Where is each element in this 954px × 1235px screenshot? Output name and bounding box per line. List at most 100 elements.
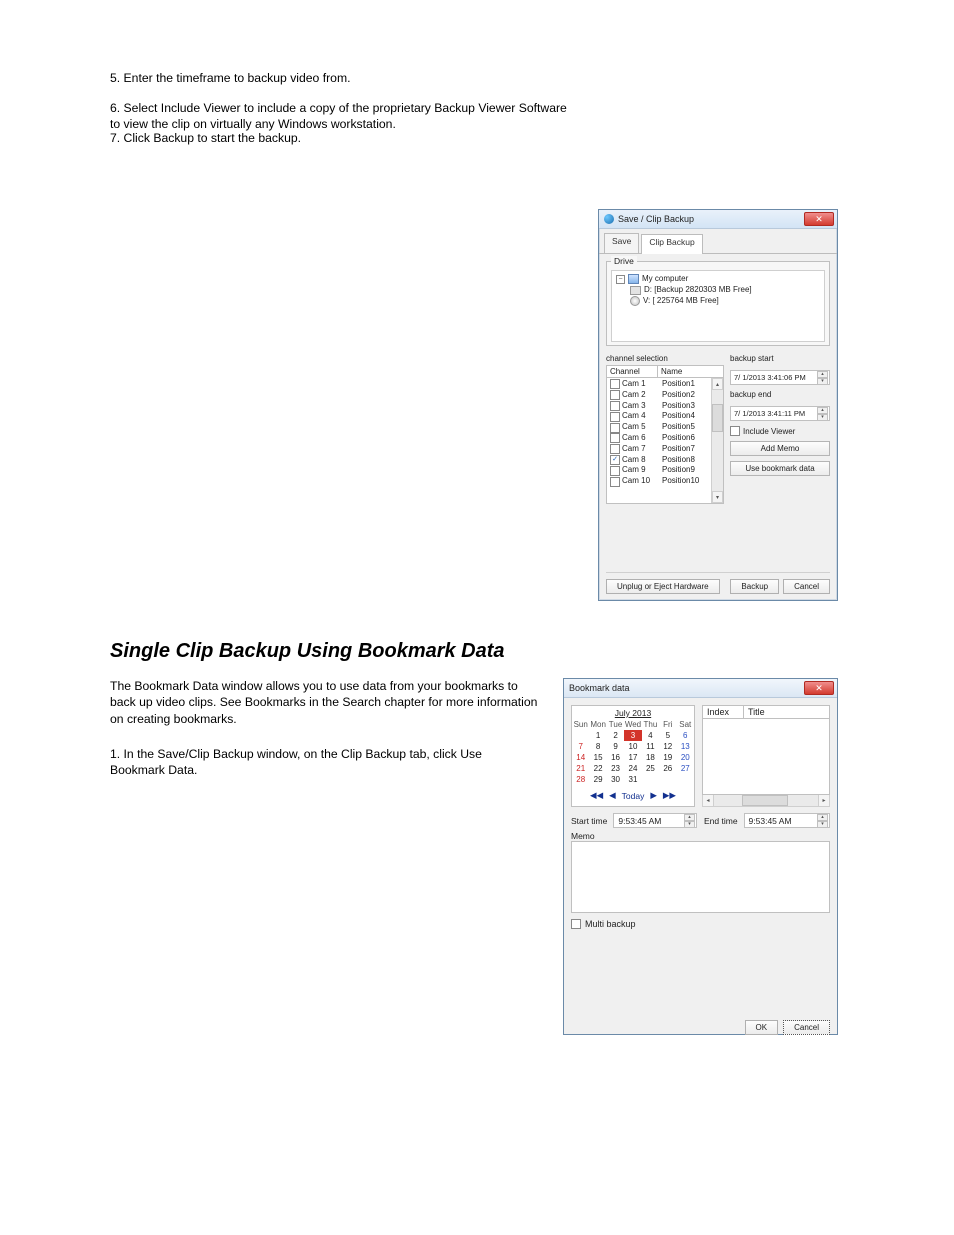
backup-end-field[interactable]: 7/ 1/2013 3:41:11 PM ▴▾: [730, 406, 830, 421]
calendar-today-button[interactable]: Today: [622, 791, 645, 801]
scroll-thumb[interactable]: [712, 404, 723, 432]
backup-start-field[interactable]: 7/ 1/2013 3:41:06 PM ▴▾: [730, 370, 830, 385]
start-time-field[interactable]: 9:53:45 AM ▴▾: [613, 813, 697, 828]
spinner-down-icon[interactable]: ▾: [817, 378, 828, 385]
calendar-day[interactable]: 16: [607, 752, 624, 763]
channel-row[interactable]: Cam 3Position3: [607, 401, 711, 412]
scroll-left-icon[interactable]: ◂: [703, 795, 714, 806]
name-col-header[interactable]: Name: [658, 366, 723, 377]
spinner-up-icon[interactable]: ▴: [817, 371, 828, 378]
calendar-day[interactable]: 5: [659, 730, 676, 741]
add-memo-button[interactable]: Add Memo: [730, 441, 830, 456]
calendar-day[interactable]: 29: [589, 774, 606, 785]
channel-checkbox[interactable]: [610, 433, 620, 443]
channel-row[interactable]: Cam 10Position10: [607, 476, 711, 487]
channel-checkbox[interactable]: [610, 444, 620, 454]
channel-checkbox[interactable]: [610, 412, 620, 422]
channel-row[interactable]: Cam 1Position1: [607, 379, 711, 390]
spinner-down-icon[interactable]: ▾: [817, 821, 828, 828]
calendar-day[interactable]: 26: [659, 763, 676, 774]
calendar-day[interactable]: 9: [607, 741, 624, 752]
calendar-day[interactable]: 30: [607, 774, 624, 785]
spinner-up-icon[interactable]: ▴: [684, 814, 695, 821]
calendar-day[interactable]: 22: [589, 763, 606, 774]
title-col-header[interactable]: Title: [744, 706, 829, 718]
calendar-day[interactable]: 23: [607, 763, 624, 774]
calendar-day[interactable]: 18: [642, 752, 659, 763]
memo-textarea[interactable]: [571, 841, 830, 913]
calendar-day[interactable]: 3: [624, 730, 641, 741]
channel-row[interactable]: Cam 4Position4: [607, 411, 711, 422]
tree-root[interactable]: − My computer: [616, 274, 820, 285]
calendar-day[interactable]: 10: [624, 741, 641, 752]
ok-button[interactable]: OK: [745, 1020, 779, 1035]
scroll-right-icon[interactable]: ▸: [818, 795, 829, 806]
channel-row[interactable]: Cam 5Position5: [607, 422, 711, 433]
scroll-up-icon[interactable]: ▴: [712, 378, 723, 390]
channel-checkbox[interactable]: [610, 423, 620, 433]
end-time-field[interactable]: 9:53:45 AM ▴▾: [744, 813, 830, 828]
channel-row[interactable]: Cam 2Position2: [607, 390, 711, 401]
channel-list[interactable]: Cam 1Position1Cam 2Position2Cam 3Positio…: [607, 378, 711, 503]
calendar-day[interactable]: 13: [677, 741, 694, 752]
scroll-down-icon[interactable]: ▾: [712, 491, 723, 503]
unplug-eject-button[interactable]: Unplug or Eject Hardware: [606, 579, 720, 594]
close-button[interactable]: ✕: [804, 681, 834, 695]
calendar-day[interactable]: 1: [589, 730, 606, 741]
close-button[interactable]: ✕: [804, 212, 834, 226]
drive-tree[interactable]: − My computer D: [Backup 2820303 MB Free…: [611, 270, 825, 342]
calendar-day[interactable]: 28: [572, 774, 589, 785]
tree-drive-d[interactable]: D: [Backup 2820303 MB Free]: [616, 285, 820, 296]
calendar-day[interactable]: 31: [624, 774, 641, 785]
calendar[interactable]: July 2013 SunMonTueWedThuFriSat123456789…: [571, 705, 695, 807]
calendar-next-year-icon[interactable]: ▶▶: [663, 790, 676, 801]
channel-col-header[interactable]: Channel: [607, 366, 658, 377]
calendar-next-month-icon[interactable]: ▶: [650, 790, 657, 801]
channel-checkbox[interactable]: [610, 390, 620, 400]
tree-drive-v[interactable]: V: [ 225764 MB Free]: [616, 296, 820, 307]
multi-backup-checkbox[interactable]: [571, 919, 581, 929]
channel-row[interactable]: Cam 6Position6: [607, 433, 711, 444]
use-bookmark-button[interactable]: Use bookmark data: [730, 461, 830, 476]
bookmark-list[interactable]: [702, 719, 830, 795]
tab-save[interactable]: Save: [604, 233, 639, 253]
channel-scrollbar[interactable]: ▴ ▾: [711, 378, 723, 503]
channel-row[interactable]: ✓Cam 8Position8: [607, 455, 711, 466]
channel-checkbox[interactable]: ✓: [610, 455, 620, 465]
calendar-day[interactable]: 7: [572, 741, 589, 752]
channel-checkbox[interactable]: [610, 466, 620, 476]
calendar-day[interactable]: 2: [607, 730, 624, 741]
calendar-day[interactable]: 24: [624, 763, 641, 774]
index-col-header[interactable]: Index: [703, 706, 744, 718]
tree-collapse-icon[interactable]: −: [616, 275, 625, 284]
tab-clip-backup[interactable]: Clip Backup: [641, 234, 702, 254]
channel-checkbox[interactable]: [610, 401, 620, 411]
include-viewer-checkbox[interactable]: [730, 426, 740, 436]
spinner-up-icon[interactable]: ▴: [817, 814, 828, 821]
calendar-day[interactable]: 8: [589, 741, 606, 752]
bookmark-hscrollbar[interactable]: ◂ ▸: [702, 795, 830, 807]
calendar-prev-month-icon[interactable]: ◀: [609, 790, 616, 801]
calendar-day[interactable]: 12: [659, 741, 676, 752]
channel-row[interactable]: Cam 9Position9: [607, 465, 711, 476]
spinner-down-icon[interactable]: ▾: [817, 414, 828, 421]
cancel-button[interactable]: Cancel: [783, 579, 830, 594]
spinner-up-icon[interactable]: ▴: [817, 407, 828, 414]
calendar-day[interactable]: 17: [624, 752, 641, 763]
channel-row[interactable]: Cam 7Position7: [607, 444, 711, 455]
calendar-day[interactable]: 6: [677, 730, 694, 741]
channel-checkbox[interactable]: [610, 379, 620, 389]
calendar-day[interactable]: 20: [677, 752, 694, 763]
calendar-day[interactable]: 25: [642, 763, 659, 774]
calendar-day[interactable]: 19: [659, 752, 676, 763]
calendar-day[interactable]: 4: [642, 730, 659, 741]
calendar-prev-year-icon[interactable]: ◀◀: [590, 790, 603, 801]
spinner-down-icon[interactable]: ▾: [684, 821, 695, 828]
hscroll-thumb[interactable]: [742, 795, 788, 806]
calendar-day[interactable]: 27: [677, 763, 694, 774]
calendar-day[interactable]: 11: [642, 741, 659, 752]
backup-button[interactable]: Backup: [730, 579, 779, 594]
cancel-button[interactable]: Cancel: [783, 1020, 830, 1035]
calendar-day[interactable]: 14: [572, 752, 589, 763]
calendar-day[interactable]: 15: [589, 752, 606, 763]
